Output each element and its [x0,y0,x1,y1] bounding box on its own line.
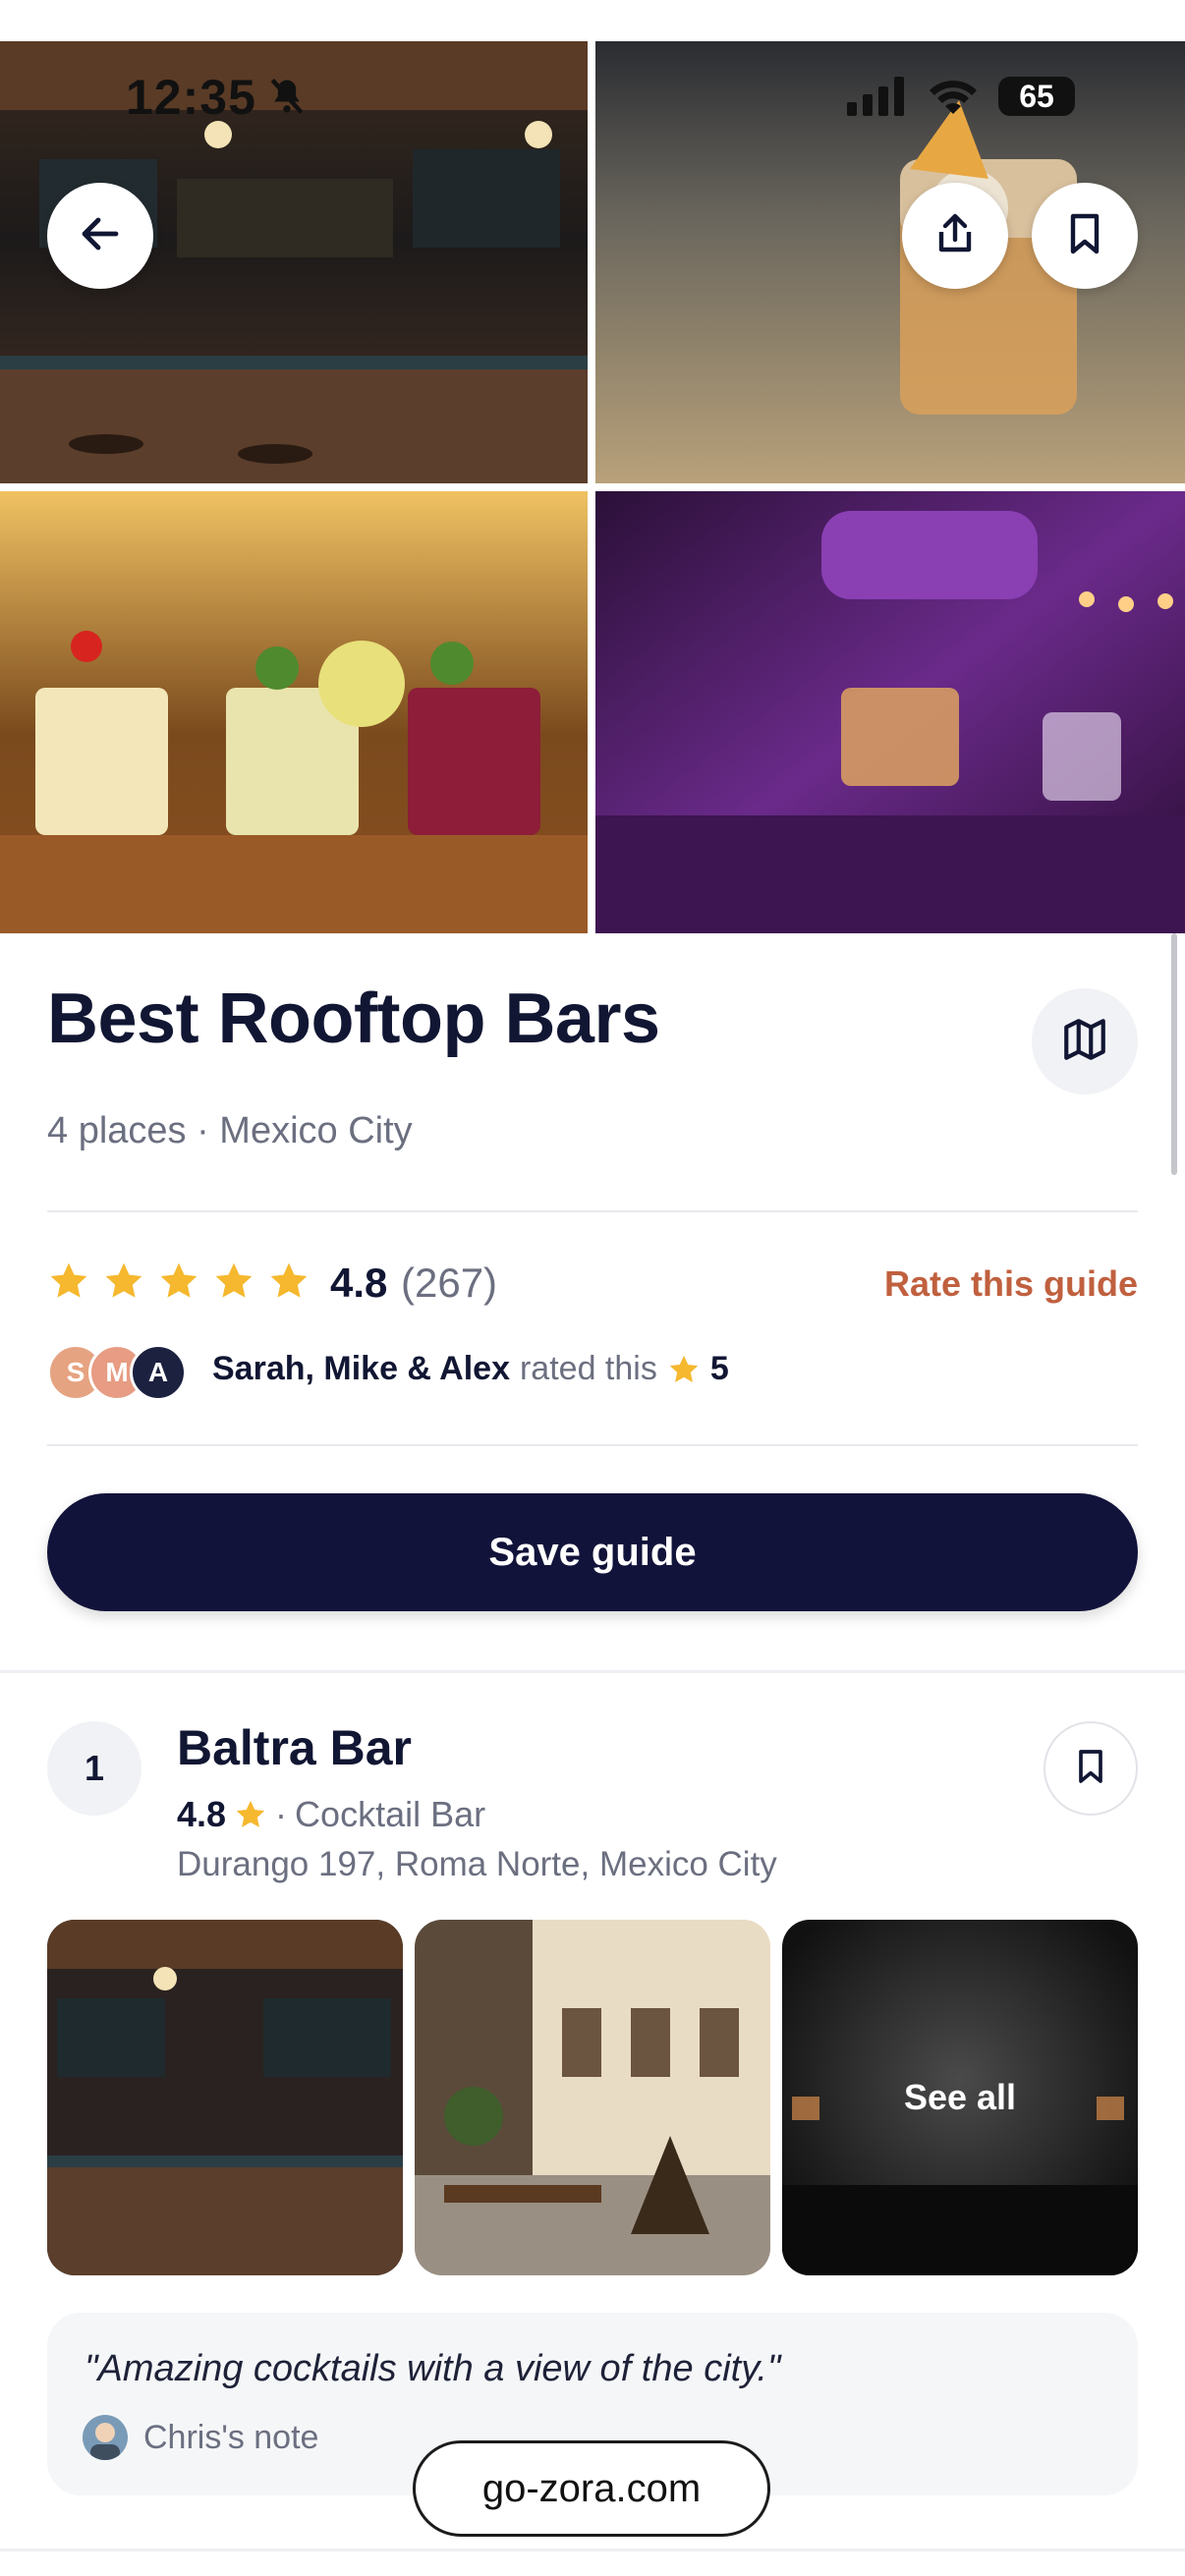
status-bar: 12:35 65 [0,69,1185,128]
star-icon [215,1262,253,1298]
divider [47,1444,1138,1446]
avatar: A [130,1344,187,1401]
place-address: Durango 197, Roma Norte, Mexico City [177,1845,777,1883]
arrow-left-icon [77,210,124,262]
wifi-icon [928,75,979,116]
guide-title: Best Rooftop Bars [47,980,660,1058]
place-photo-bar[interactable] [47,1920,403,2275]
rater-names: Sarah, Mike & Alex [212,1350,510,1387]
map-icon [1060,1015,1109,1069]
bookmark-guide-button[interactable] [1032,183,1138,289]
see-all-photos-label[interactable]: See all [782,1920,1138,2275]
rater-avatars: S M A [47,1344,195,1401]
note-quote: "Amazing cocktails with a view of the ci… [85,2348,781,2389]
place-rating: 4.8 [177,1794,227,1834]
place-photo-street-cafe[interactable] [415,1920,770,2275]
friends-rating-line: Sarah, Mike & Alex rated this 5 [212,1350,729,1388]
place-bookmark-button[interactable] [1044,1721,1138,1816]
place-category: Cocktail Bar [295,1794,486,1834]
section-divider [0,1670,1185,1673]
hero-photo-bartender-pouring[interactable] [595,491,1185,933]
cellular-signal-icon [847,77,908,116]
meta-separator: · [275,1794,288,1834]
bell-muted-icon [265,75,309,118]
star-icon [667,1353,701,1386]
place-photo-see-all[interactable]: See all [782,1920,1138,2275]
map-view-button[interactable] [1032,988,1138,1094]
rate-guide-link[interactable]: Rate this guide [884,1263,1138,1305]
hero-photo-cocktails[interactable] [0,491,588,933]
guide-star-rating [47,1260,310,1309]
friends-rating-score: 5 [709,1350,729,1387]
scrollbar[interactable] [1171,933,1177,1175]
status-time: 12:35 [126,70,256,125]
guide-subtitle: 4 places · Mexico City [47,1110,413,1151]
place-meta: 4.8 · Cocktail Bar [177,1794,485,1835]
share-button[interactable] [902,183,1008,289]
guide-rating-count: (267) [401,1260,498,1306]
divider [47,1210,1138,1212]
avatar [83,2415,128,2460]
bookmark-icon [1061,210,1108,262]
save-guide-button[interactable]: Save guide [47,1493,1138,1611]
place-name[interactable]: Baltra Bar [177,1719,412,1776]
battery-indicator: 65 [998,77,1075,116]
back-button[interactable] [47,183,153,289]
bookmark-icon [1071,1747,1110,1791]
place-number: 1 [47,1721,141,1816]
rated-text: rated this [519,1350,657,1387]
section-divider [0,2548,1185,2551]
hero-photo-grid [0,41,1185,933]
share-icon [931,210,979,262]
star-icon [105,1262,142,1298]
star-icon [270,1262,308,1298]
domain-pill[interactable]: go-zora.com [413,2440,770,2537]
star-icon [50,1262,87,1298]
note-author: Chris's note [83,2415,318,2460]
note-author-label: Chris's note [143,2418,319,2456]
guide-rating-value: 4.8 [330,1260,388,1306]
star-icon [160,1262,198,1298]
star-icon [236,1800,265,1827]
